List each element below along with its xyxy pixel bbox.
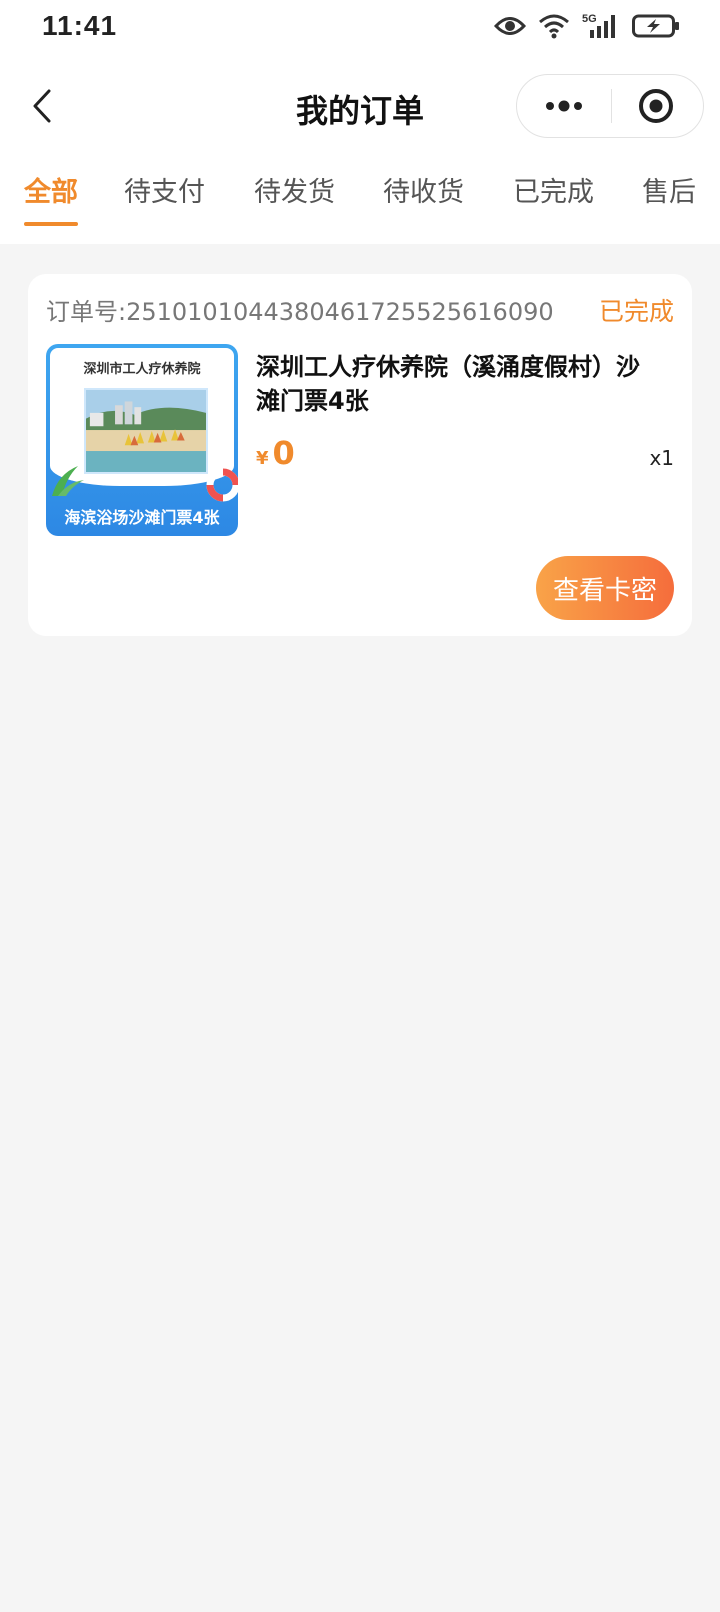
product-title[interactable]: 深圳工人疗休养院（溪涌度假村）沙滩门票4张 [256,350,656,418]
more-dots-icon [546,100,582,112]
eye-icon [493,15,527,41]
life-ring-icon [206,468,238,502]
price-value: 0 [272,434,295,472]
tab-after-sales[interactable]: 售后 [642,170,696,209]
more-button[interactable] [517,75,611,137]
nav-bar: 我的订单 [0,56,720,156]
tab-pending-payment[interactable]: 待支付 [124,170,205,209]
order-status: 已完成 [598,297,674,326]
close-button[interactable] [609,75,703,137]
status-icons: 5G [493,12,680,44]
price-currency: ¥ [256,448,269,469]
order-card[interactable]: 订单号:2510101044380461725525616090 已完成 深圳市… [28,274,692,636]
tab-pending-receipt[interactable]: 待收货 [383,170,464,209]
order-tabs: 全部 待支付 待发货 待收货 已完成 售后 [0,156,720,244]
mini-program-capsule [516,74,704,138]
signal-icon: 5G [582,12,620,44]
palm-leaf-icon [52,466,84,496]
view-card-code-button[interactable]: 查看卡密 [536,556,674,620]
tab-pending-shipment[interactable]: 待发货 [254,170,335,209]
tab-completed[interactable]: 已完成 [513,170,594,209]
product-quantity: x1 [649,446,674,470]
product-thumbnail[interactable]: 深圳市工人疗休养院 海滨浴场沙滩门票4张 [46,344,238,536]
tab-all[interactable]: 全部 [24,170,78,209]
product-price: ¥0 [256,434,295,472]
thumbnail-caption: 深圳市工人疗休养院 [83,362,201,377]
status-time: 11:41 [42,10,118,41]
battery-charging-icon [632,14,680,42]
order-number: 订单号:2510101044380461725525616090 [46,298,554,326]
beach-photo [84,388,208,474]
active-tab-indicator [24,222,78,226]
network-label: 5G [582,13,597,25]
status-bar: 11:41 5G [0,0,720,56]
target-close-icon [639,89,673,123]
thumbnail-banner: 海滨浴场沙滩门票4张 [64,508,220,527]
wifi-icon [538,13,570,43]
